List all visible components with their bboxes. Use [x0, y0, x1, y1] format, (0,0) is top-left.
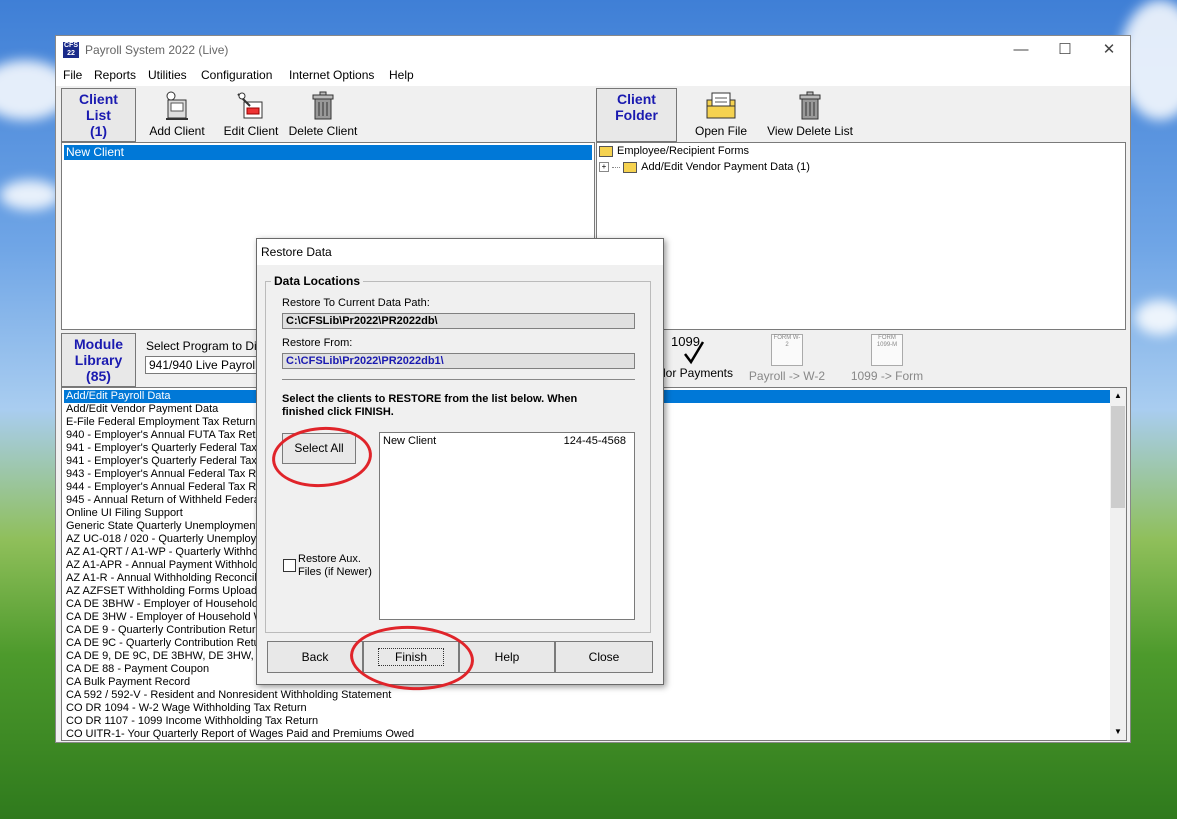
- module-list-item[interactable]: CA DE 3BHW - Employer of Household W: [66, 598, 271, 611]
- edit-client-icon: [237, 92, 263, 119]
- client-folder-title[interactable]: Client Folder: [596, 88, 677, 142]
- module-list-item[interactable]: CA DE 3HW - Employer of Household We: [66, 611, 270, 624]
- scroll-down-arrow[interactable]: ▼: [1110, 724, 1126, 740]
- module-list-item[interactable]: AZ A1-R - Annual Withholding Reconcilia: [66, 572, 265, 585]
- checkmark-1099-icon: 1099: [651, 334, 741, 366]
- module-list-item[interactable]: CO DR 1107 - 1099 Income Withholding Tax…: [66, 715, 318, 728]
- restore-client-row[interactable]: New Client 124-45-4568: [382, 435, 630, 449]
- trash-can-icon: [799, 91, 821, 120]
- tree-root[interactable]: Employee/Recipient Forms: [599, 145, 749, 157]
- module-list-item[interactable]: AZ A1-QRT / A1-WP - Quarterly Withhold: [66, 546, 267, 559]
- module-list-item[interactable]: CA DE 9 - Quarterly Contribution Return …: [66, 624, 271, 637]
- menu-utilities[interactable]: Utilities: [148, 68, 187, 82]
- module-list-item[interactable]: CA DE 9C - Quarterly Contribution Return: [66, 637, 270, 650]
- payroll-to-w2-button[interactable]: FORM W-2 Payroll -> W-2: [746, 334, 828, 383]
- tree-child[interactable]: + Add/Edit Vendor Payment Data (1): [599, 161, 810, 173]
- menu-reports[interactable]: Reports: [94, 68, 136, 82]
- client-folder-tree[interactable]: Employee/Recipient Forms + Add/Edit Vend…: [596, 142, 1126, 330]
- module-list-item[interactable]: AZ UC-018 / 020 - Quarterly Unemployme: [66, 533, 271, 546]
- close-button[interactable]: ✕: [1094, 40, 1124, 60]
- client-list-title[interactable]: Client List (1): [61, 88, 136, 142]
- restore-client-id: 124-45-4568: [563, 435, 626, 447]
- open-file-button[interactable]: Open File: [689, 90, 753, 138]
- add-client-button[interactable]: Add Client: [145, 90, 209, 138]
- instruction-text: Select the clients to RESTORE from the l…: [282, 393, 578, 418]
- minimize-button[interactable]: —: [1006, 40, 1036, 60]
- module-list-item[interactable]: CA 592 / 592-V - Resident and Nonresiden…: [66, 689, 391, 702]
- scroll-thumb[interactable]: [1111, 406, 1125, 508]
- menu-configuration[interactable]: Configuration: [201, 68, 272, 82]
- menu-internet-options[interactable]: Internet Options: [289, 68, 374, 82]
- vertical-scrollbar[interactable]: ▲ ▼: [1110, 388, 1126, 740]
- client-list-item[interactable]: New Client: [64, 145, 592, 160]
- module-list-item[interactable]: 943 - Employer's Annual Federal Tax Ret: [66, 468, 265, 481]
- module-list-item[interactable]: 944 - Employer's Annual Federal Tax Retu: [66, 481, 272, 494]
- trash-can-icon: [312, 91, 334, 120]
- restore-to-label: Restore To Current Data Path:: [282, 297, 430, 309]
- module-list-item[interactable]: Generic State Quarterly Unemployment C: [66, 520, 270, 533]
- restore-from-label: Restore From:: [282, 337, 353, 349]
- restore-client-list[interactable]: New Client 124-45-4568: [379, 432, 635, 620]
- maximize-button[interactable]: ☐: [1050, 40, 1080, 60]
- folder-documents-icon: [706, 92, 736, 119]
- folder-icon: [623, 161, 638, 173]
- module-list-item[interactable]: CA Bulk Payment Record: [66, 676, 190, 689]
- back-button[interactable]: Back: [267, 641, 363, 673]
- menu-help[interactable]: Help: [389, 68, 414, 82]
- edit-client-button[interactable]: Edit Client: [219, 90, 283, 138]
- module-list-item[interactable]: Online UI Filing Support: [66, 507, 183, 520]
- data-locations-label: Data Locations: [271, 274, 364, 288]
- module-list-item[interactable]: 940 - Employer's Annual FUTA Tax Retur: [66, 429, 265, 442]
- restore-to-path-field[interactable]: C:\CFSLib\Pr2022\PR2022db\: [282, 313, 635, 329]
- add-client-icon: [166, 91, 188, 120]
- restore-from-path-field[interactable]: C:\CFSLib\Pr2022\PR2022db1\: [282, 353, 635, 369]
- program-select[interactable]: 941/940 Live Payroll: [145, 356, 260, 374]
- form-1099-icon: FORM 1099-M: [871, 334, 903, 366]
- module-library-title[interactable]: Module Library (85): [61, 333, 136, 387]
- module-list-item[interactable]: CA DE 9, DE 9C, DE 3BHW, DE 3HW, B: [66, 650, 264, 663]
- app-icon: CFS 22: [63, 42, 79, 58]
- module-list-item[interactable]: E-File Federal Employment Tax Returns: [66, 416, 261, 429]
- module-list-item[interactable]: Add/Edit Vendor Payment Data: [66, 403, 218, 416]
- module-list-item[interactable]: CO DR 1094 - W-2 Wage Withholding Tax Re…: [66, 702, 307, 715]
- dialog-title-bar: Restore Data: [257, 239, 663, 265]
- expand-icon[interactable]: +: [599, 162, 609, 173]
- close-dialog-button[interactable]: Close: [555, 641, 653, 673]
- open-folder-icon: [599, 145, 613, 157]
- dialog-title: Restore Data: [261, 245, 332, 259]
- module-list-item[interactable]: CA DE 88 - Payment Coupon: [66, 663, 209, 676]
- restore-client-name: New Client: [383, 435, 437, 447]
- menu-file[interactable]: File: [63, 68, 82, 82]
- view-delete-list-button[interactable]: View Delete List: [764, 90, 856, 138]
- module-list-item[interactable]: 945 - Annual Return of Withheld Federal …: [66, 494, 268, 507]
- scroll-up-arrow[interactable]: ▲: [1110, 388, 1126, 404]
- title-bar: CFS 22 Payroll System 2022 (Live) — ☐ ✕: [56, 36, 1130, 64]
- divider: [282, 379, 635, 380]
- vendor-payments-button[interactable]: 1099 dor Payments: [651, 334, 741, 380]
- module-list-item[interactable]: 941 - Employer's Quarterly Federal Tax R…: [66, 455, 274, 468]
- form-w2-icon: FORM W-2: [771, 334, 803, 366]
- menu-bar: File Reports Utilities Configuration Int…: [56, 64, 1130, 86]
- module-list-item[interactable]: AZ A1-APR - Annual Payment Withholdin: [66, 559, 267, 572]
- module-list-item[interactable]: AZ AZFSET Withholding Forms Upload: [66, 585, 257, 598]
- checkbox-box[interactable]: [283, 559, 296, 572]
- 1099-to-form-button[interactable]: FORM 1099-M 1099 -> Form: [846, 334, 928, 383]
- restore-aux-label: Restore Aux. Files (if Newer): [298, 553, 372, 578]
- module-list-item[interactable]: 941 - Employer's Quarterly Federal Tax R…: [66, 442, 274, 455]
- delete-client-button[interactable]: Delete Client: [288, 90, 358, 138]
- window-title: Payroll System 2022 (Live): [85, 43, 229, 57]
- module-list-item[interactable]: CO UITR-1- Your Quarterly Report of Wage…: [66, 728, 414, 740]
